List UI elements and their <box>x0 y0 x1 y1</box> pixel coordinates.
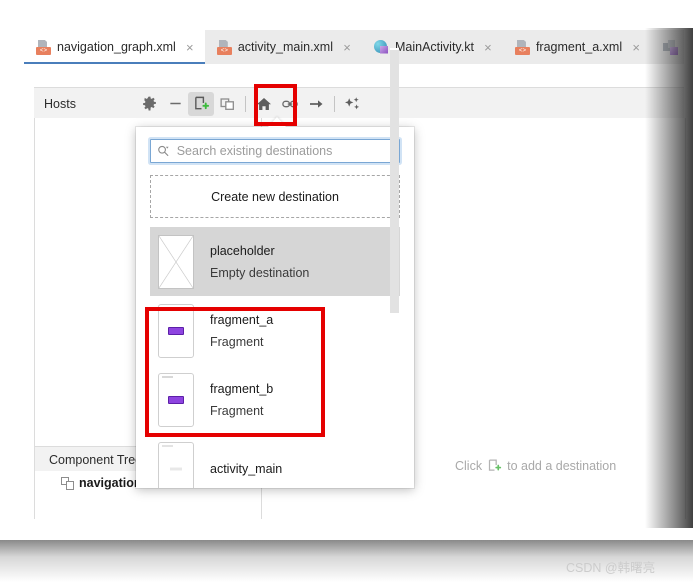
auto-arrange-button[interactable] <box>340 92 366 116</box>
new-deeplink-button[interactable] <box>303 92 329 116</box>
list-item-subtitle: Empty destination <box>210 265 310 280</box>
kotlin-file-icon <box>374 39 389 55</box>
new-destination-button[interactable] <box>188 91 214 116</box>
list-item-text: activity_main <box>210 462 282 476</box>
navigation-toolbar: Hosts <box>34 87 684 120</box>
tab-mainactivity-kt[interactable]: MainActivity.kt × <box>362 30 503 64</box>
app-window: <> navigation_graph.xml × <> activity_ma… <box>0 0 693 582</box>
close-icon[interactable]: × <box>630 41 642 54</box>
add-destination-hint: Click to add a destination <box>455 458 616 473</box>
tab-activity-main-xml[interactable]: <> activity_main.xml × <box>204 30 362 64</box>
set-start-destination-button[interactable] <box>251 92 277 116</box>
xml-file-icon: <> <box>36 39 51 55</box>
new-destination-icon <box>194 96 209 110</box>
tab-fragment-a-xml[interactable]: <> fragment_a.xml × <box>502 30 652 64</box>
toolbar-button-group <box>136 91 684 116</box>
list-item-title: fragment_b <box>210 381 274 396</box>
list-item-subtitle: Fragment <box>210 403 264 418</box>
nested-graph-icon <box>219 98 234 110</box>
empty-destination-thumb <box>158 234 194 289</box>
search-input[interactable] <box>174 143 393 159</box>
create-new-destination-button[interactable]: Create new destination <box>150 175 400 218</box>
close-icon[interactable]: × <box>482 41 494 54</box>
xml-file-icon: <> <box>216 39 232 55</box>
list-item[interactable]: fragment_a Fragment <box>150 296 400 365</box>
plain-preview-thumb <box>158 441 194 488</box>
close-icon[interactable]: × <box>341 41 353 54</box>
settings-gear-button[interactable] <box>136 92 162 116</box>
destination-list[interactable]: placeholder Empty destination fragment_a… <box>150 227 414 488</box>
hint-suffix: to add a destination <box>507 458 617 473</box>
list-item[interactable]: activity_main <box>150 434 400 488</box>
list-item[interactable]: placeholder Empty destination <box>150 227 400 296</box>
link-icon <box>282 100 298 107</box>
list-item-text: fragment_b Fragment <box>210 382 273 418</box>
list-item-text: placeholder Empty destination <box>210 244 309 280</box>
arrow-right-icon <box>310 99 323 108</box>
window-top-shadow <box>0 0 693 28</box>
tab-label: MainActivity.kt <box>395 39 474 54</box>
tab-label: activity_main.xml <box>237 39 333 54</box>
fragment-preview-thumb <box>158 372 194 427</box>
tab-navigation-graph-xml[interactable]: <> navigation_graph.xml × <box>24 30 205 64</box>
tab-label: fragment_a.xml <box>535 39 623 54</box>
list-item-subtitle: Fragment <box>210 334 264 349</box>
gear-icon <box>142 96 156 111</box>
list-item[interactable]: fragment_b Fragment <box>150 365 400 434</box>
zoom-out-button[interactable] <box>162 92 188 116</box>
home-icon <box>257 97 271 110</box>
nav-file-icon <box>663 39 679 55</box>
create-new-destination-label: Create new destination <box>211 189 339 204</box>
nested-graph-icon <box>61 476 74 490</box>
watermark: CSDN @韩曙亮 <box>566 561 656 575</box>
minus-icon <box>169 102 181 105</box>
search-field[interactable] <box>150 139 400 163</box>
tab-partially-hidden[interactable]: F <box>651 30 684 64</box>
xml-file-icon: <> <box>514 39 530 55</box>
list-item-title: fragment_a <box>210 312 274 327</box>
popup-scrollbar-thumb[interactable] <box>390 50 399 313</box>
component-tree-root-label: navigation <box>79 476 142 490</box>
new-nested-graph-button[interactable] <box>214 92 240 116</box>
toolbar-separator <box>334 95 335 112</box>
fragment-preview-thumb <box>158 303 194 358</box>
list-item-text: fragment_a Fragment <box>210 313 273 349</box>
window-left-shadow <box>0 28 24 548</box>
popup-pointer-arrow <box>268 117 286 127</box>
auto-arrange-icon <box>345 96 360 109</box>
tab-label: navigation_graph.xml <box>57 39 176 54</box>
hosts-label: Hosts <box>44 96 76 111</box>
hint-prefix: Click <box>455 458 483 473</box>
search-icon <box>158 145 169 157</box>
list-item-title: activity_main <box>210 461 283 476</box>
new-destination-icon <box>488 459 502 471</box>
close-icon[interactable]: × <box>184 41 196 54</box>
toolbar-separator <box>245 95 246 112</box>
list-item-title: placeholder <box>210 243 275 258</box>
new-action-button[interactable] <box>277 92 303 116</box>
destination-picker-popup: Create new destination placeholder Empty… <box>136 127 414 488</box>
editor-tab-bar: <> navigation_graph.xml × <> activity_ma… <box>24 30 684 65</box>
